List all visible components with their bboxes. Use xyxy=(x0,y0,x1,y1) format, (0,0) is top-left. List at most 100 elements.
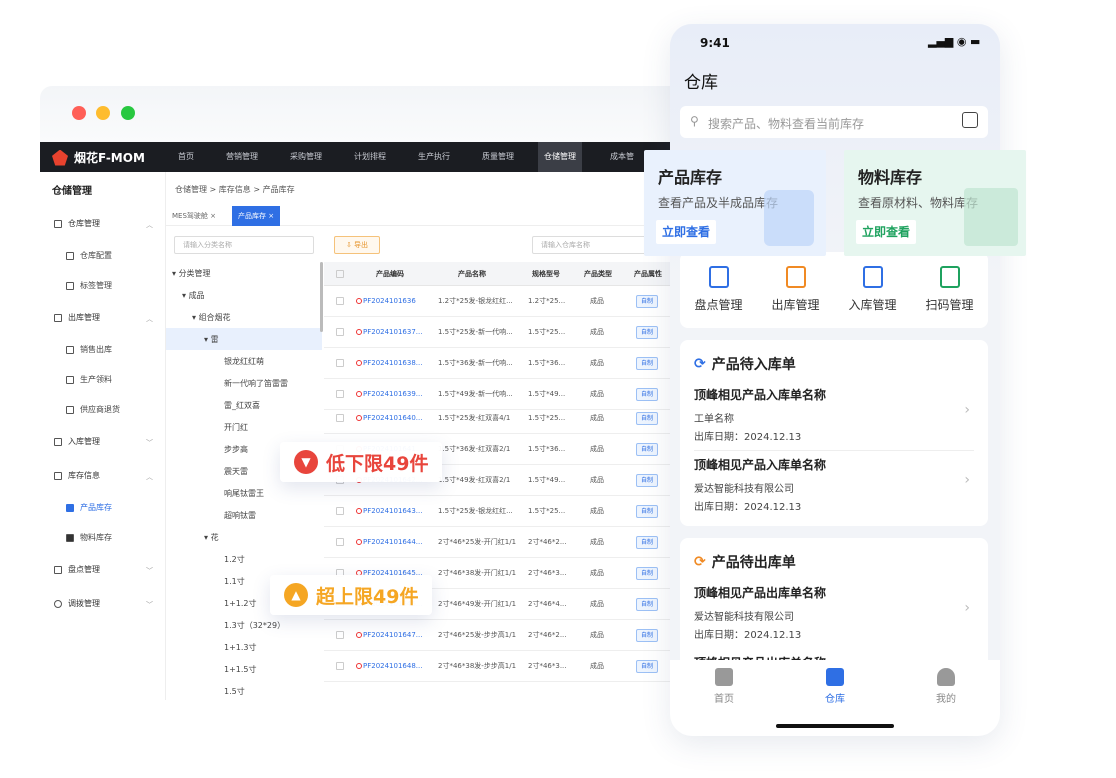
table-cell[interactable]: PF2024101648... xyxy=(356,651,430,682)
table-row[interactable]: PF2024101638... 1.5寸*36发-新一代响... 1.5寸*36..… xyxy=(324,348,680,379)
tree-node[interactable]: 步步高 xyxy=(224,444,248,455)
row-checkbox[interactable] xyxy=(336,328,344,336)
row-checkbox[interactable] xyxy=(336,359,344,367)
tab-mes-cockpit[interactable]: MES驾驶舱 × xyxy=(166,206,222,226)
row-checkbox[interactable] xyxy=(336,631,344,639)
product-stock-card[interactable]: 产品库存 查看产品及半成品库存 立即查看 xyxy=(644,150,826,256)
table-cell[interactable]: PF2024101644... xyxy=(356,527,430,558)
scan-icon[interactable] xyxy=(962,112,978,128)
nav-purchase[interactable]: 采购管理 xyxy=(290,142,322,172)
table-row[interactable]: PF2024101640... 1.5寸*25发-红双喜4/1 1.5寸*25...… xyxy=(324,403,680,434)
tree-node[interactable]: ▾ 雷 xyxy=(204,334,219,345)
table-cell[interactable]: PF2024101638... xyxy=(356,348,430,379)
tree-node[interactable]: 1.2寸 xyxy=(224,554,245,565)
quick-inventory-check[interactable]: 盘点管理 xyxy=(680,266,757,313)
row-checkbox[interactable] xyxy=(336,662,344,670)
material-stock-card[interactable]: 物料库存 查看原材料、物料库存 立即查看 xyxy=(844,150,1026,256)
nav-quality[interactable]: 质量管理 xyxy=(482,142,514,172)
row-checkbox[interactable] xyxy=(336,538,344,546)
chevron-up-icon[interactable]: ︿ xyxy=(146,472,153,482)
close-dot[interactable] xyxy=(72,106,86,120)
chevron-down-icon[interactable]: ﹀ xyxy=(146,600,153,610)
inbound-item-name[interactable]: 顶峰相见产品入库单名称 xyxy=(694,456,826,473)
breadcrumb-item[interactable]: 仓储管理 xyxy=(175,185,207,194)
sidebar-item-label-mgmt[interactable]: 标签管理 xyxy=(66,280,112,291)
sidebar-group-inbound[interactable]: 入库管理 xyxy=(54,436,100,447)
tree-node[interactable]: 雷_红双喜 xyxy=(224,400,260,411)
phone-search-input[interactable]: ⚲ 搜索产品、物料查看当前库存 xyxy=(680,106,988,138)
table-cell[interactable]: PF2024101636 xyxy=(356,286,430,317)
tree-node[interactable]: 1.1寸 xyxy=(224,576,245,587)
row-checkbox[interactable] xyxy=(336,414,344,422)
tree-node[interactable]: 开门红 xyxy=(224,422,248,433)
minimize-dot[interactable] xyxy=(96,106,110,120)
product-stock-button[interactable]: 立即查看 xyxy=(656,220,717,244)
tree-node[interactable]: 1.5寸 xyxy=(224,686,245,697)
tree-node[interactable]: ▾ 成品 xyxy=(182,290,205,301)
tree-node[interactable]: 银龙红红萌 xyxy=(224,356,264,367)
sidebar-item-production-pick[interactable]: 生产领料 xyxy=(66,374,112,385)
category-search-input[interactable]: 请输入分类名称 xyxy=(174,236,314,254)
sidebar-item-supplier-return[interactable]: 供应商退货 xyxy=(66,404,120,415)
table-row[interactable]: PF2024101637... 1.5寸*25发-新一代响... 1.5寸*25..… xyxy=(324,317,680,348)
inbound-item-name[interactable]: 顶峰相见产品入库单名称 xyxy=(694,386,826,403)
nav-planning[interactable]: 计划排程 xyxy=(354,142,386,172)
table-row[interactable]: PF2024101636 1.2寸*25发-银龙红红... 1.2寸*25... 成品… xyxy=(324,286,680,317)
nav-production[interactable]: 生产执行 xyxy=(418,142,450,172)
sidebar-group-stock[interactable]: 库存信息 xyxy=(54,470,100,481)
tree-scrollbar[interactable] xyxy=(320,262,323,332)
chevron-right-icon[interactable]: › xyxy=(964,472,970,488)
brand-logo[interactable]: 烟花F-MOM xyxy=(52,149,145,166)
sidebar-item-warehouse-config[interactable]: 仓库配置 xyxy=(66,250,112,261)
table-row[interactable]: PF2024101644... 2寸*46*25发-开门红1/1 2寸*46*2..… xyxy=(324,527,680,558)
sidebar-group-warehouse[interactable]: 仓库管理 xyxy=(54,218,100,229)
tree-node[interactable]: ▾ 分类管理 xyxy=(172,268,211,279)
sidebar-group-inventory-check[interactable]: 盘点管理 xyxy=(54,564,100,575)
tree-node[interactable]: ▾ 花 xyxy=(204,532,219,543)
tree-node[interactable]: 新一代响了笛雷雷 xyxy=(224,378,288,389)
table-cell[interactable]: PF2024101640... xyxy=(356,403,430,434)
quick-outbound[interactable]: 出库管理 xyxy=(757,266,834,313)
tree-node[interactable]: 1.3寸（32*29） xyxy=(224,620,285,631)
row-checkbox[interactable] xyxy=(336,297,344,305)
sidebar-item-sales-out[interactable]: 销售出库 xyxy=(66,344,112,355)
table-cell[interactable]: PF2024101647... xyxy=(356,620,430,651)
sidebar-group-transfer[interactable]: 调拨管理 xyxy=(54,598,100,609)
table-row[interactable]: PF2024101648... 2寸*46*38发-步步高1/1 2寸*46*3..… xyxy=(324,651,680,682)
tree-node[interactable]: 1+1.5寸 xyxy=(224,664,257,675)
chevron-up-icon[interactable]: ︿ xyxy=(146,220,153,230)
chevron-right-icon[interactable]: › xyxy=(964,402,970,418)
nav-home[interactable]: 首页 xyxy=(178,142,194,172)
select-all-checkbox[interactable] xyxy=(336,270,344,278)
tab-warehouse[interactable]: 仓库 xyxy=(805,668,865,705)
table-row[interactable]: PF2024101647... 2寸*46*25发-步步高1/1 2寸*46*2..… xyxy=(324,620,680,651)
tree-node[interactable]: ▾ 组合烟花 xyxy=(192,312,231,323)
outbound-item-name[interactable]: 顶峰相见产品出库单名称 xyxy=(694,584,826,601)
nav-marketing[interactable]: 营销管理 xyxy=(226,142,258,172)
chevron-down-icon[interactable]: ﹀ xyxy=(146,566,153,576)
quick-inbound[interactable]: 入库管理 xyxy=(834,266,911,313)
sidebar-item-material-stock[interactable]: 物料库存 xyxy=(66,532,112,543)
table-row[interactable]: PF2024101643... 1.5寸*25发-银龙红红... 1.5寸*25..… xyxy=(324,496,680,527)
nav-warehouse[interactable]: 仓储管理 xyxy=(538,142,582,172)
tree-node[interactable]: 震天雷 xyxy=(224,466,248,477)
breadcrumb-item[interactable]: 库存信息 xyxy=(219,185,251,194)
nav-cost[interactable]: 成本管 xyxy=(610,142,634,172)
export-button[interactable]: ⇩ 导出 xyxy=(334,236,380,254)
tab-home[interactable]: 首页 xyxy=(694,668,754,705)
tree-node[interactable]: 1+1.3寸 xyxy=(224,642,257,653)
tree-node[interactable]: 超响钛雷 xyxy=(224,510,256,521)
quick-scan[interactable]: 扫码管理 xyxy=(911,266,988,313)
sidebar-item-product-stock[interactable]: 产品库存 xyxy=(66,502,112,513)
maximize-dot[interactable] xyxy=(121,106,135,120)
material-stock-button[interactable]: 立即查看 xyxy=(856,220,917,244)
tab-me[interactable]: 我的 xyxy=(916,668,976,705)
tree-node[interactable]: 1+1.2寸 xyxy=(224,598,257,609)
tab-product-stock[interactable]: 产品库存 × xyxy=(232,206,281,226)
chevron-right-icon[interactable]: › xyxy=(964,600,970,616)
sidebar-group-outbound[interactable]: 出库管理 xyxy=(54,312,100,323)
tree-node[interactable]: 响尾钛雷王 xyxy=(224,488,264,499)
row-checkbox[interactable] xyxy=(336,507,344,515)
table-cell[interactable]: PF2024101643... xyxy=(356,496,430,527)
row-checkbox[interactable] xyxy=(336,390,344,398)
